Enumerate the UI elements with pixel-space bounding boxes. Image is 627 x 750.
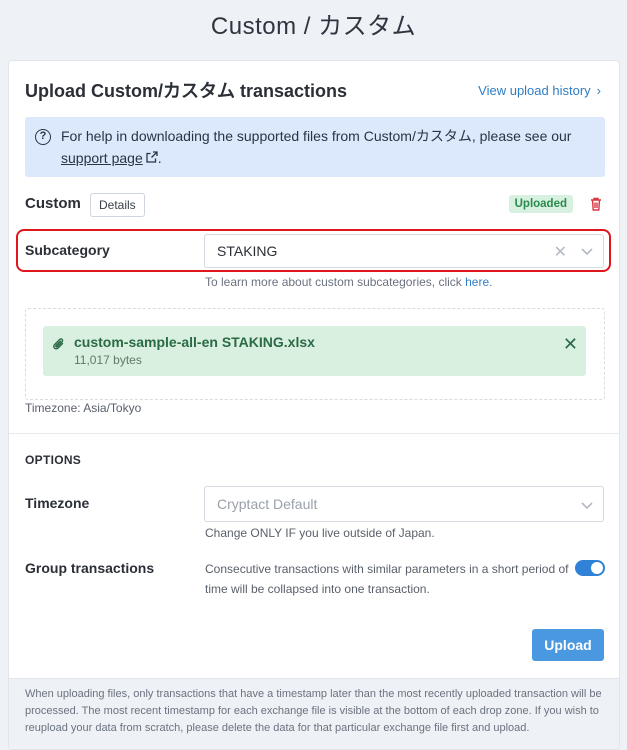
page-title: Custom / カスタム xyxy=(210,13,417,40)
timezone-help-text: Change ONLY IF you live outside of Japan… xyxy=(205,526,435,540)
timezone-note: Timezone: Asia/Tokyo xyxy=(25,401,142,415)
upload-card: Upload Custom/カスタム transactions View upl… xyxy=(8,60,620,750)
details-button[interactable]: Details xyxy=(90,193,145,217)
group-transactions-description: Consecutive transactions with similar pa… xyxy=(205,562,569,596)
uploaded-status-badge: Uploaded xyxy=(508,195,573,213)
uploaded-file-chip: custom-sample-all-en STAKING.xlsx 11,017… xyxy=(43,326,586,376)
help-info-text: For help in downloading the supported fi… xyxy=(61,125,596,170)
trash-icon[interactable] xyxy=(587,195,605,213)
chevron-down-icon[interactable] xyxy=(579,497,595,513)
section-divider xyxy=(9,433,619,434)
subcategory-value: STAKING xyxy=(217,243,278,259)
chevron-right-icon: › xyxy=(596,83,601,98)
view-upload-history-link[interactable]: View upload history › xyxy=(478,83,601,98)
help-text-before: For help in downloading the supported fi… xyxy=(61,128,572,144)
exchange-row: Custom Details Uploaded xyxy=(25,193,605,219)
timezone-select[interactable]: Cryptact Default xyxy=(204,486,604,522)
file-size: 11,017 bytes xyxy=(74,353,142,367)
group-transactions-label: Group transactions xyxy=(25,560,155,576)
file-drop-zone[interactable]: custom-sample-all-en STAKING.xlsx 11,017… xyxy=(25,308,605,400)
group-transactions-toggle[interactable] xyxy=(575,560,605,576)
options-heading: OPTIONS xyxy=(25,453,82,467)
subcategory-label: Subcategory xyxy=(25,242,110,258)
toggle-knob xyxy=(591,562,603,574)
subcategory-help-after: . xyxy=(489,275,493,289)
subcategory-select[interactable]: STAKING ✕ xyxy=(204,234,604,268)
remove-file-icon[interactable]: ✕ xyxy=(563,334,578,355)
question-circle-icon: ? xyxy=(35,129,51,145)
card-title: Upload Custom/カスタム transactions xyxy=(25,81,348,101)
timezone-label: Timezone xyxy=(25,495,90,511)
subcategory-help-before: To learn more about custom subcategories… xyxy=(205,275,466,289)
exchange-name: Custom xyxy=(25,195,81,212)
clear-icon[interactable]: ✕ xyxy=(554,242,567,262)
footer-note: When uploading files, only transactions … xyxy=(9,678,619,749)
subcategory-help-text: To learn more about custom subcategories… xyxy=(205,275,493,289)
chevron-down-icon[interactable] xyxy=(579,243,595,259)
external-link-icon xyxy=(146,148,158,170)
history-link-label: View upload history xyxy=(478,83,591,98)
upload-button[interactable]: Upload xyxy=(532,629,604,661)
subcategory-help-link[interactable]: here xyxy=(465,275,489,289)
help-text-after: . xyxy=(157,150,162,166)
timezone-placeholder: Cryptact Default xyxy=(217,496,318,512)
help-info-box: ? For help in downloading the supported … xyxy=(25,117,605,177)
file-name: custom-sample-all-en STAKING.xlsx xyxy=(74,334,315,350)
paperclip-icon xyxy=(52,336,66,352)
support-page-link[interactable]: support page xyxy=(61,150,143,166)
